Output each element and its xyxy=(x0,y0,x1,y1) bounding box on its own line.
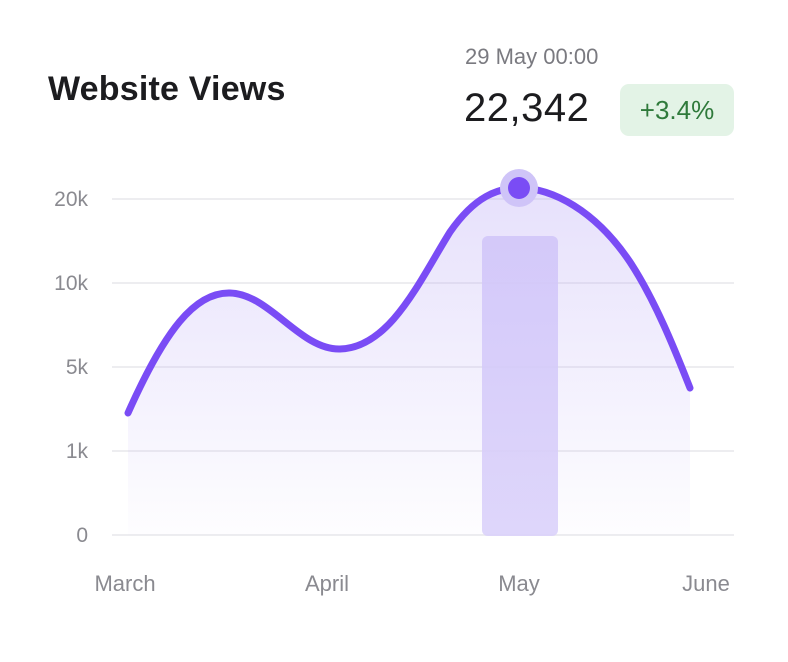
chart-card: Website Views 29 May 00:00 22,342 +3.4% … xyxy=(0,0,788,662)
y-tick-label: 5k xyxy=(66,356,89,379)
y-tick-label: 0 xyxy=(76,524,88,547)
area-chart: 0 1k 5k 10k 20k March April May June xyxy=(54,169,734,596)
x-tick-label: May xyxy=(498,571,540,596)
y-tick-label: 20k xyxy=(54,188,88,211)
y-tick-label: 10k xyxy=(54,272,88,295)
x-tick-label: March xyxy=(94,571,155,596)
highlight-marker[interactable] xyxy=(508,177,530,199)
x-tick-label: June xyxy=(682,571,730,596)
y-tick-label: 1k xyxy=(66,440,89,463)
series-area xyxy=(128,188,690,535)
x-tick-label: April xyxy=(305,571,349,596)
